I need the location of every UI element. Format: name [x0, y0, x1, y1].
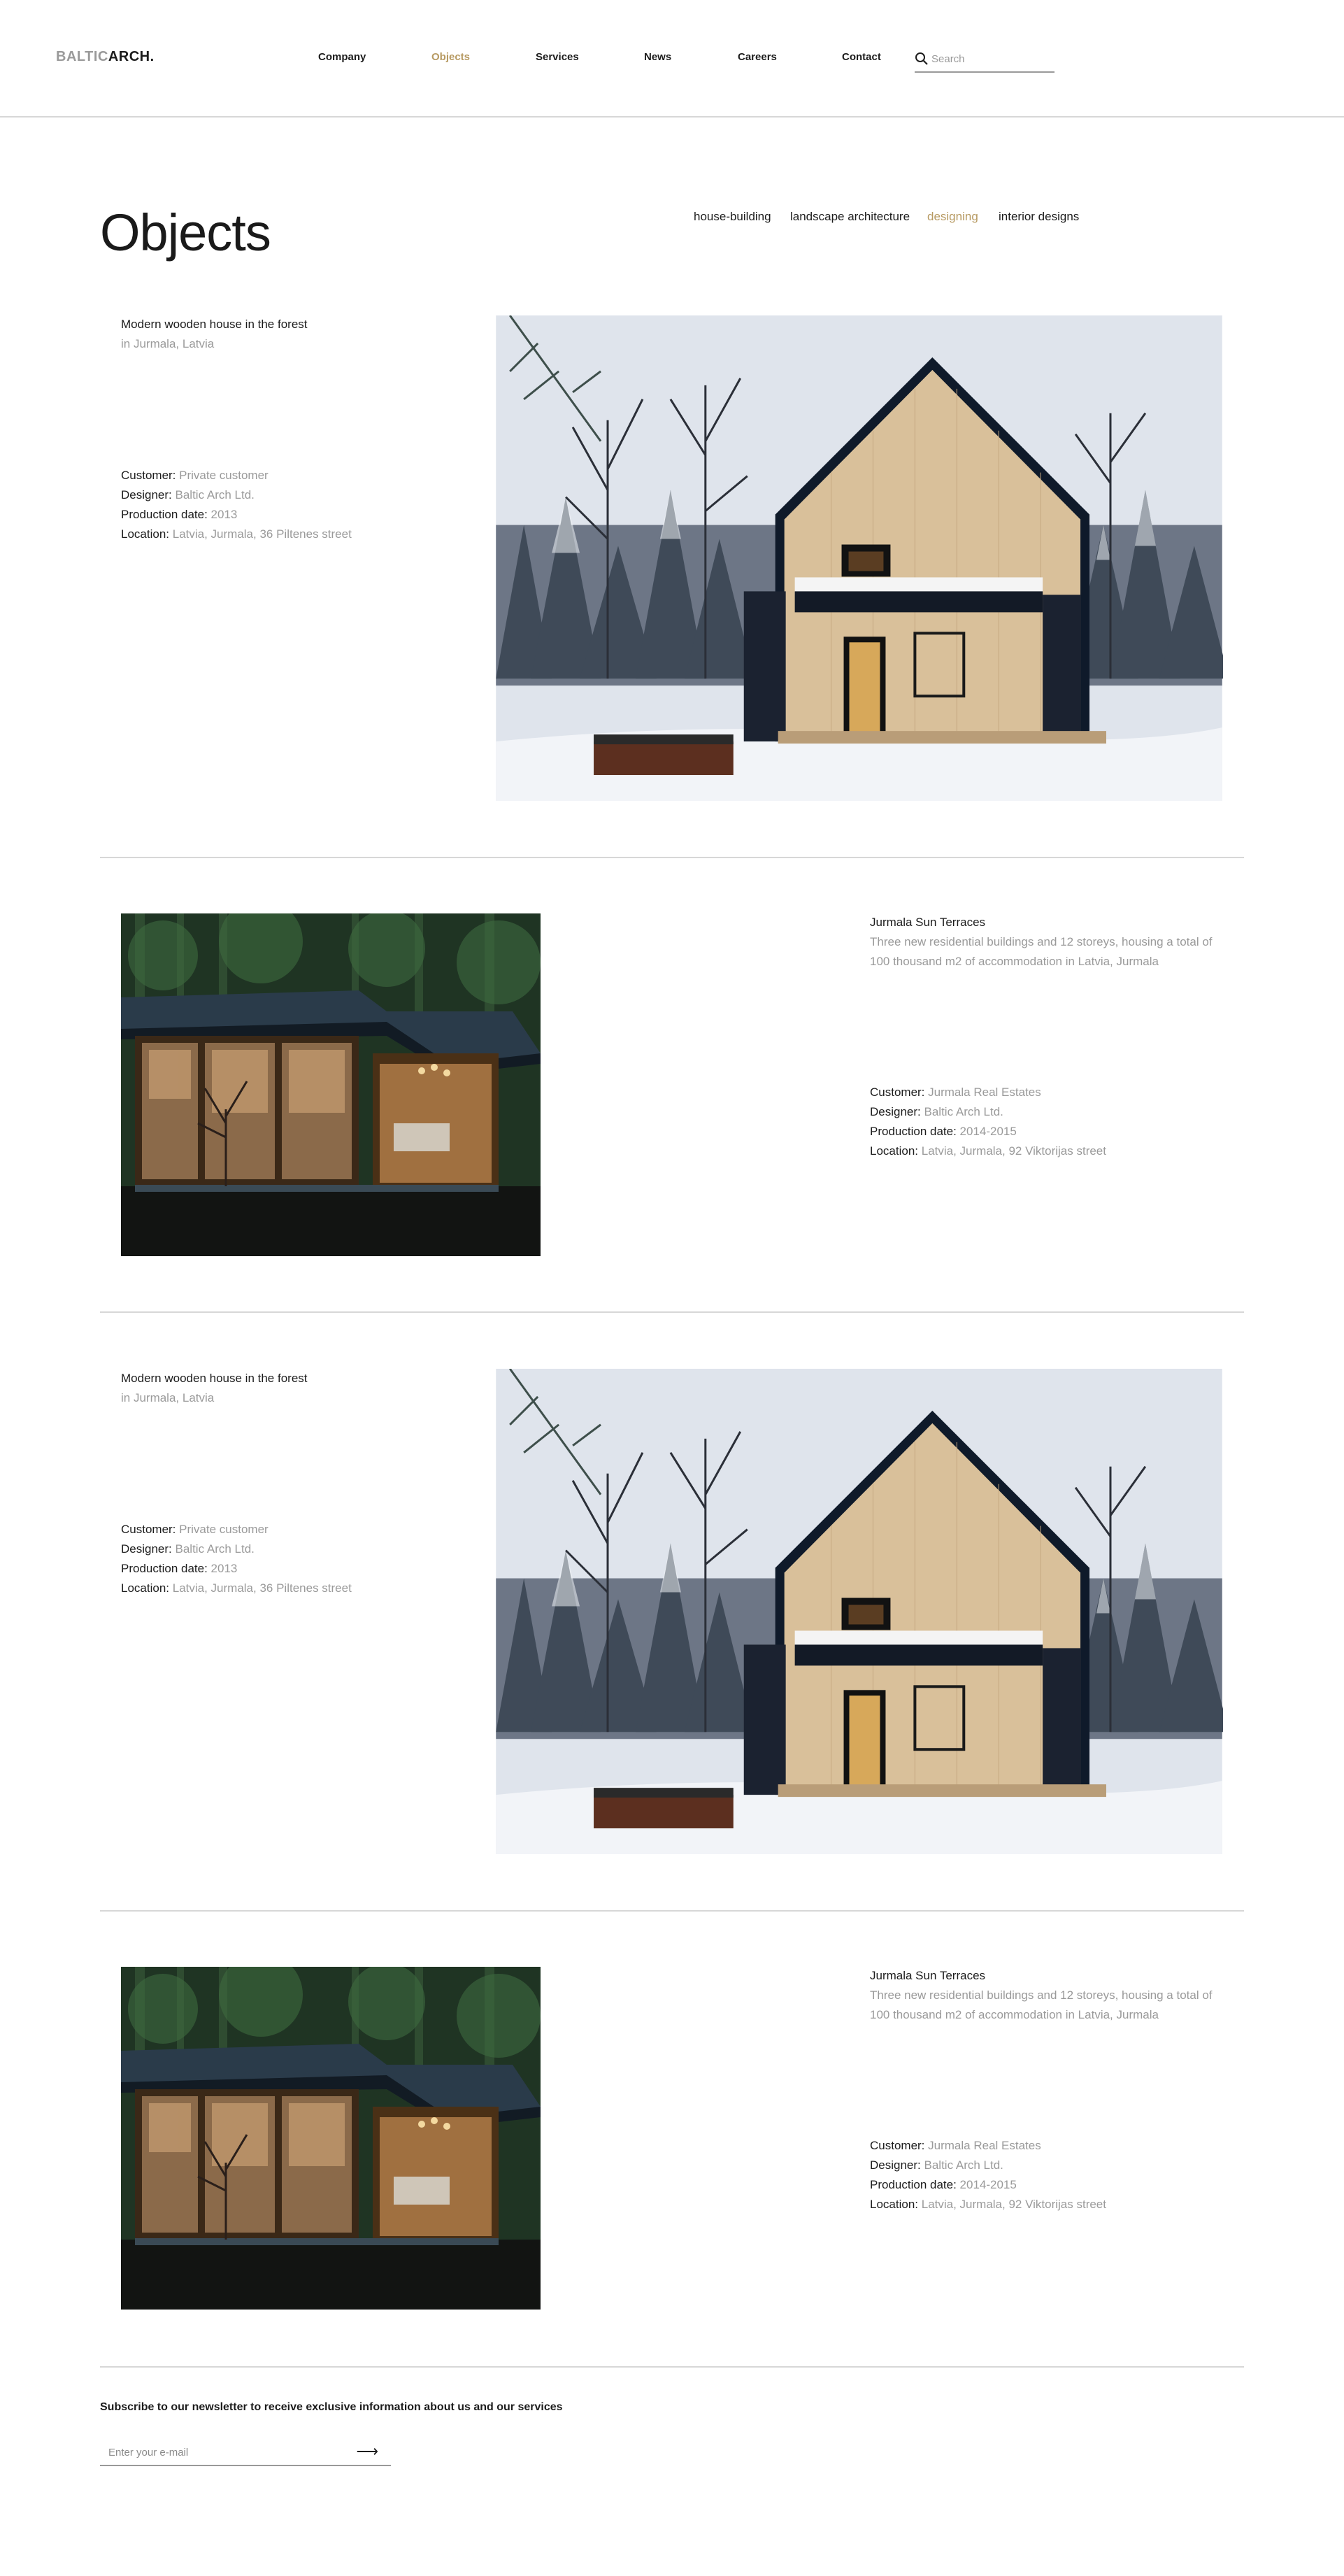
object-meta: Customer: Private customer Designer: Bal… — [121, 1520, 352, 1598]
search-input[interactable] — [931, 50, 1050, 67]
object-meta: Customer: Jurmala Real Estates Designer:… — [870, 1083, 1106, 1161]
section-divider — [100, 1311, 1244, 1313]
customer-label: Customer: — [870, 1086, 925, 1099]
logo[interactable]: BALTICARCH. — [56, 49, 155, 65]
designer-value: Baltic Arch Ltd. — [175, 1542, 255, 1556]
logo-part-2: ARCH. — [108, 49, 155, 64]
object-name[interactable]: Jurmala Sun Terraces — [870, 916, 985, 930]
object-meta: Customer: Private customer Designer: Bal… — [121, 466, 352, 544]
object-subtitle: in Jurmala, Latvia — [121, 337, 215, 350]
object-meta: Customer: Jurmala Real Estates Designer:… — [870, 2136, 1106, 2214]
date-value: 2014-2015 — [959, 2178, 1017, 2191]
location-value: Latvia, Jurmala, 36 Piltenes street — [172, 527, 352, 541]
object-subtitle: in Jurmala, Latvia — [121, 1391, 215, 1404]
glass-pavilion-image — [121, 913, 541, 1256]
filter-interior-designs[interactable]: interior designs — [999, 210, 1079, 224]
designer-label: Designer: — [870, 2158, 921, 2172]
snowy-cabin-image — [495, 1369, 1223, 1854]
location-value: Latvia, Jurmala, 36 Piltenes street — [172, 1581, 352, 1595]
snowy-cabin-image — [495, 315, 1223, 801]
nav-item-careers[interactable]: Careers — [738, 51, 777, 63]
location-label: Location: — [870, 2198, 918, 2211]
nav-item-contact[interactable]: Contact — [842, 51, 881, 63]
nav-item-company[interactable]: Company — [318, 51, 366, 63]
filter-house-building[interactable]: house-building — [694, 210, 771, 224]
object-name[interactable]: Modern wooden house in the forest — [121, 1372, 308, 1386]
location-label: Location: — [870, 1144, 918, 1158]
section-divider — [100, 1910, 1244, 1912]
customer-value: Private customer — [179, 469, 269, 482]
customer-label: Customer: — [121, 469, 176, 482]
designer-label: Designer: — [870, 1105, 921, 1118]
nav-item-news[interactable]: News — [644, 51, 671, 63]
newsletter-form: ⟶ — [100, 2441, 391, 2466]
location-value: Latvia, Jurmala, 92 Viktorijas street — [921, 2198, 1106, 2211]
nav-item-objects[interactable]: Objects — [431, 51, 470, 63]
email-field[interactable] — [108, 2444, 346, 2461]
designer-value: Baltic Arch Ltd. — [924, 1105, 1003, 1118]
section-divider — [100, 857, 1244, 858]
filter-landscape-architecture[interactable]: landscape architecture — [790, 210, 910, 224]
object-photo[interactable] — [121, 1967, 541, 2310]
section-divider — [100, 2366, 1244, 2368]
glass-pavilion-image — [121, 1967, 541, 2310]
object-photo[interactable] — [495, 1369, 1223, 1854]
designer-label: Designer: — [121, 1542, 172, 1556]
customer-label: Customer: — [121, 1523, 176, 1536]
object-subtitle: Three new residential buildings and 12 s… — [870, 935, 1213, 968]
designer-value: Baltic Arch Ltd. — [175, 488, 255, 501]
object-photo[interactable] — [121, 913, 541, 1256]
customer-label: Customer: — [870, 2139, 925, 2152]
object-subtitle: Three new residential buildings and 12 s… — [870, 1988, 1213, 2021]
site-header: BALTICARCH. Company Objects Services New… — [0, 0, 1344, 118]
location-label: Location: — [121, 527, 169, 541]
customer-value: Private customer — [179, 1523, 269, 1536]
object-name[interactable]: Modern wooden house in the forest — [121, 318, 308, 332]
object-photo[interactable] — [495, 315, 1223, 801]
customer-value: Jurmala Real Estates — [928, 1086, 1041, 1099]
filter-designing[interactable]: designing — [927, 210, 978, 224]
search-icon[interactable] — [915, 52, 929, 66]
date-label: Production date: — [121, 1562, 208, 1575]
newsletter-title: Subscribe to our newsletter to receive e… — [100, 2401, 563, 2413]
arrow-right-icon[interactable]: ⟶ — [356, 2444, 378, 2459]
location-label: Location: — [121, 1581, 169, 1595]
designer-label: Designer: — [121, 488, 172, 501]
date-label: Production date: — [870, 1125, 957, 1138]
customer-value: Jurmala Real Estates — [928, 2139, 1041, 2152]
date-value: 2013 — [210, 1562, 238, 1575]
location-value: Latvia, Jurmala, 92 Viktorijas street — [921, 1144, 1106, 1158]
date-value: 2013 — [210, 508, 238, 521]
nav-item-services[interactable]: Services — [536, 51, 579, 63]
designer-value: Baltic Arch Ltd. — [924, 2158, 1003, 2172]
date-label: Production date: — [121, 508, 208, 521]
date-label: Production date: — [870, 2178, 957, 2191]
logo-part-1: BALTIC — [56, 49, 108, 64]
date-value: 2014-2015 — [959, 1125, 1017, 1138]
search-box — [915, 49, 1055, 73]
page-title: Objects — [100, 204, 271, 262]
object-name[interactable]: Jurmala Sun Terraces — [870, 1969, 985, 1983]
